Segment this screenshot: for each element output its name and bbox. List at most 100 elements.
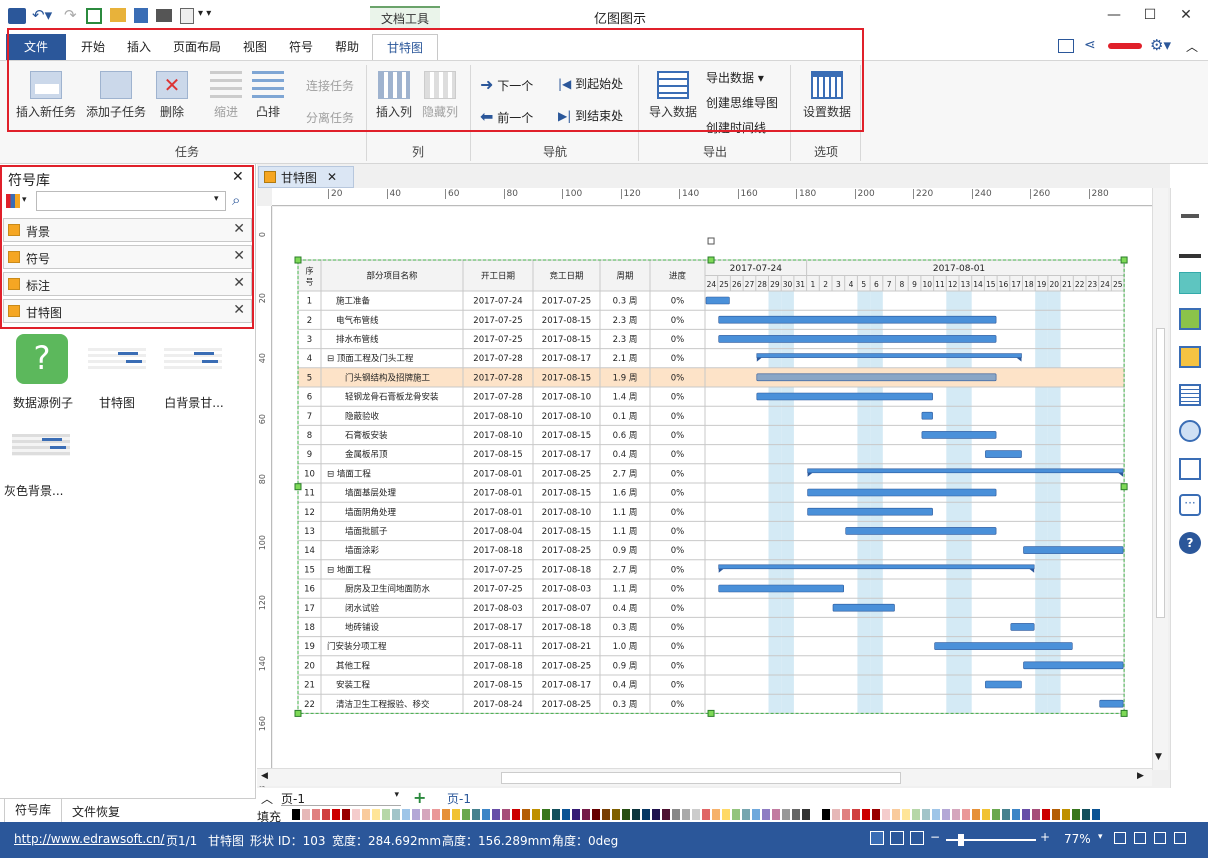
fullscreen-icon[interactable] xyxy=(1154,832,1166,844)
palette-swatch[interactable] xyxy=(721,808,731,821)
document-tab[interactable]: 甘特图 ✕ xyxy=(258,166,354,188)
palette-swatch[interactable] xyxy=(871,808,881,821)
new-icon[interactable] xyxy=(86,8,102,24)
palette-swatch[interactable] xyxy=(1071,808,1081,821)
palette-swatch[interactable] xyxy=(361,808,371,821)
redo-icon[interactable]: ↷ xyxy=(64,6,77,24)
task-bar[interactable] xyxy=(718,315,997,324)
task-bar[interactable] xyxy=(832,603,895,612)
normal-view-icon[interactable] xyxy=(870,831,884,845)
fill-bucket-icon[interactable] xyxy=(1179,198,1201,220)
question-shape-icon[interactable]: ? xyxy=(16,334,68,384)
fit-width-icon[interactable] xyxy=(1134,832,1146,844)
palette-swatch[interactable] xyxy=(311,808,321,821)
share-screen-icon[interactable] xyxy=(1058,39,1074,53)
palette-swatch[interactable] xyxy=(1011,808,1021,821)
collapse-ribbon-icon[interactable]: ︿ xyxy=(1186,38,1198,55)
zoom-in-icon[interactable]: + xyxy=(1040,830,1050,844)
palette-swatch[interactable] xyxy=(331,808,341,821)
palette-swatch[interactable] xyxy=(561,808,571,821)
task-bar[interactable] xyxy=(921,431,997,439)
task-bar[interactable] xyxy=(1010,623,1035,631)
task-bar[interactable] xyxy=(985,450,1022,458)
palette-swatch[interactable] xyxy=(691,808,701,821)
white-bg-gantt-thumb[interactable] xyxy=(164,348,222,370)
task-bar[interactable] xyxy=(985,680,1022,689)
palette-swatch[interactable] xyxy=(571,808,581,821)
palette-swatch[interactable] xyxy=(321,808,331,821)
share-icon[interactable]: ⋖ xyxy=(1084,37,1096,53)
close-icon[interactable]: ✕ xyxy=(1168,4,1204,26)
palette-swatch[interactable] xyxy=(791,808,801,821)
palette-swatch[interactable] xyxy=(371,808,381,821)
scroll-left-icon[interactable]: ◀ xyxy=(261,771,268,781)
palette-swatch[interactable] xyxy=(421,808,431,821)
palette-swatch[interactable] xyxy=(851,808,861,821)
selection-handle[interactable] xyxy=(1120,256,1128,264)
document-icon[interactable] xyxy=(1179,384,1201,406)
selection-handle[interactable] xyxy=(294,483,302,491)
palette-swatch[interactable] xyxy=(491,808,501,821)
palette-swatch[interactable] xyxy=(291,808,301,821)
selection-handle[interactable] xyxy=(294,256,302,264)
palette-swatch[interactable] xyxy=(741,808,751,821)
palette-swatch[interactable] xyxy=(471,808,481,821)
summary-bar[interactable] xyxy=(756,353,1022,358)
print-icon[interactable] xyxy=(156,9,172,22)
palette-swatch[interactable] xyxy=(551,808,561,821)
summary-bar[interactable] xyxy=(807,468,1124,474)
website-link[interactable]: http://www.edrawsoft.cn/ xyxy=(14,832,164,846)
page-tab[interactable]: 页-1 xyxy=(447,790,471,807)
tab-file-recovery[interactable]: 文件恢复 xyxy=(72,803,120,820)
palette-swatch[interactable] xyxy=(601,808,611,821)
horizontal-scrollbar[interactable]: ◀ ▶ xyxy=(257,768,1152,786)
layer-icon[interactable] xyxy=(1179,346,1201,368)
help-icon[interactable]: ? xyxy=(1179,532,1201,554)
palette-swatch[interactable] xyxy=(631,808,641,821)
page-view-icon[interactable] xyxy=(890,831,904,845)
palette-swatch[interactable] xyxy=(391,808,401,821)
palette-swatch[interactable] xyxy=(971,808,981,821)
palette-swatch[interactable] xyxy=(681,808,691,821)
gantt-chart[interactable]: 24 25 26 27 28 29 30 31 1 2 3 4 5 6 7 8 9 10 11 12 13 14 15 16 1… xyxy=(273,207,1152,769)
palette-swatch[interactable] xyxy=(381,808,391,821)
palette-swatch[interactable] xyxy=(591,808,601,821)
palette-swatch[interactable] xyxy=(641,808,651,821)
palette-swatch[interactable] xyxy=(671,808,681,821)
palette-swatch[interactable] xyxy=(581,808,591,821)
palette-swatch[interactable] xyxy=(651,808,661,821)
palette-swatch[interactable] xyxy=(661,808,671,821)
selection-handle[interactable] xyxy=(1120,483,1128,491)
palette-swatch[interactable] xyxy=(1081,808,1091,821)
hyperlink-globe-icon[interactable] xyxy=(1179,420,1201,442)
task-bar[interactable] xyxy=(705,296,730,305)
image-icon[interactable] xyxy=(1179,308,1201,330)
selection-handle[interactable] xyxy=(294,709,302,717)
selection-handle[interactable] xyxy=(707,709,715,717)
present-view-icon[interactable] xyxy=(910,831,924,845)
palette-swatch[interactable] xyxy=(891,808,901,821)
fit-page-icon[interactable] xyxy=(1114,832,1126,844)
palette-swatch[interactable] xyxy=(351,808,361,821)
palette-swatch[interactable] xyxy=(881,808,891,821)
palette-swatch[interactable] xyxy=(931,808,941,821)
palette-swatch[interactable] xyxy=(801,808,811,821)
palette-swatch[interactable] xyxy=(621,808,631,821)
palette-swatch[interactable] xyxy=(341,808,351,821)
zoom-slider-thumb[interactable] xyxy=(958,834,964,846)
palette-swatch[interactable] xyxy=(461,808,471,821)
zoom-out-icon[interactable]: − xyxy=(930,830,940,844)
task-bar[interactable] xyxy=(934,642,1073,650)
palette-swatch[interactable] xyxy=(1091,808,1101,821)
scroll-thumb[interactable] xyxy=(1156,328,1165,618)
palette-swatch[interactable] xyxy=(941,808,951,821)
palette-swatch[interactable] xyxy=(751,808,761,821)
palette-swatch[interactable] xyxy=(501,808,511,821)
zoom-dropdown-icon[interactable]: ▾ xyxy=(1098,832,1103,842)
palette-swatch[interactable] xyxy=(1051,808,1061,821)
palette-swatch[interactable] xyxy=(1001,808,1011,821)
palette-swatch[interactable] xyxy=(301,808,311,821)
task-bar[interactable] xyxy=(807,488,997,497)
user-account[interactable] xyxy=(1108,43,1142,49)
palette-swatch[interactable] xyxy=(761,808,771,821)
